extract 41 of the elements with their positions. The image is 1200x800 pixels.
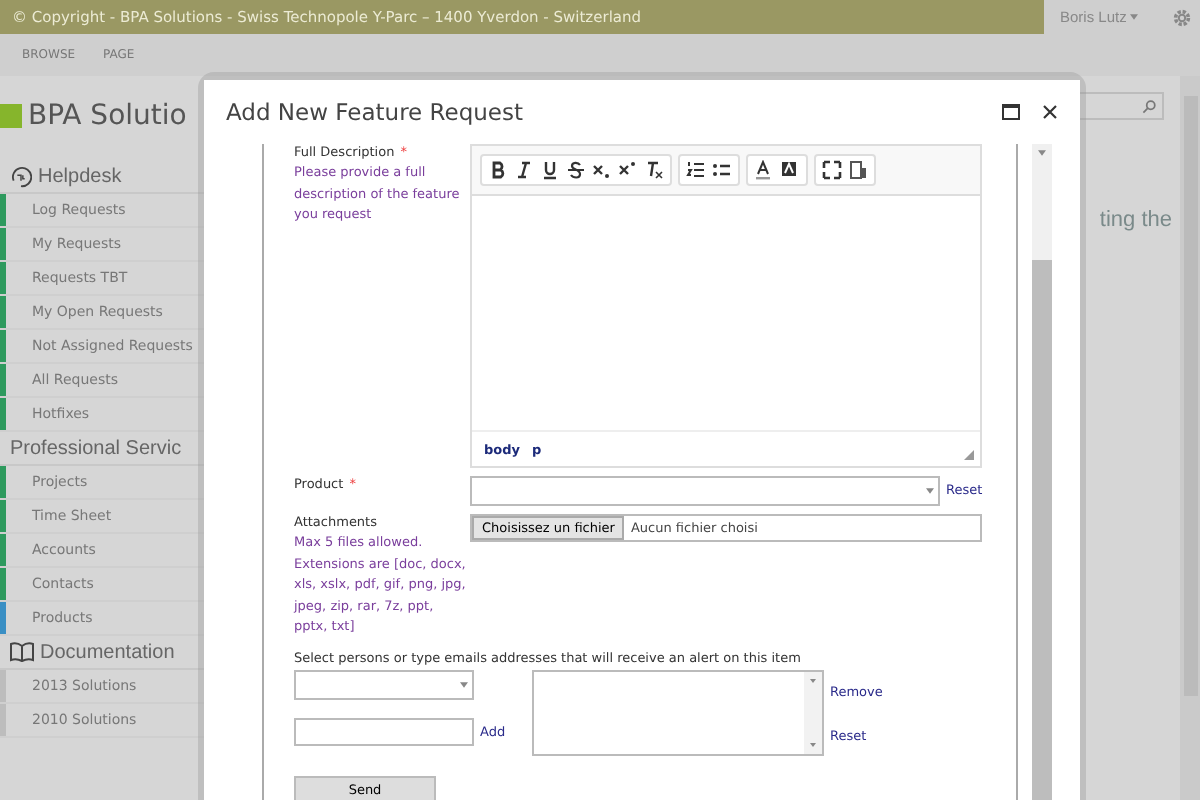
background-color-icon bbox=[780, 160, 800, 180]
italic-button[interactable] bbox=[512, 156, 536, 184]
text-color-button[interactable] bbox=[752, 156, 776, 184]
caret-icon bbox=[810, 741, 816, 747]
logo-mark bbox=[0, 104, 22, 128]
close-button[interactable] bbox=[1042, 104, 1058, 120]
strikethrough-button[interactable] bbox=[564, 156, 588, 184]
subscript-icon bbox=[592, 160, 612, 180]
caret-icon bbox=[926, 488, 934, 494]
text-color-icon bbox=[754, 160, 774, 180]
numbered-list-icon bbox=[686, 160, 706, 180]
caret-icon bbox=[1130, 14, 1139, 20]
resize-handle-icon[interactable] bbox=[964, 450, 974, 460]
scrollbar[interactable] bbox=[1180, 76, 1200, 800]
caret-icon bbox=[810, 677, 816, 683]
maximize-button[interactable] bbox=[1002, 104, 1020, 120]
logo-text: BPA Solutio bbox=[28, 100, 187, 132]
maximize-editor-button[interactable] bbox=[820, 156, 844, 184]
clear-format-button[interactable] bbox=[642, 156, 666, 184]
underline-button[interactable] bbox=[538, 156, 562, 184]
section-title: Professional Servic bbox=[10, 437, 182, 459]
strikethrough-icon bbox=[566, 160, 586, 180]
clear-format-icon bbox=[644, 160, 664, 180]
source-icon bbox=[848, 160, 868, 180]
scrollbar[interactable] bbox=[1032, 144, 1052, 800]
dialog-title: Add New Feature Request bbox=[226, 98, 523, 126]
section-title: Documentation bbox=[40, 641, 175, 663]
underline-icon bbox=[540, 160, 560, 180]
bold-icon bbox=[488, 160, 508, 180]
source-button[interactable] bbox=[846, 156, 870, 184]
caret-icon bbox=[460, 681, 468, 687]
caret-icon bbox=[1038, 150, 1046, 156]
section-title: Helpdesk bbox=[38, 165, 122, 187]
superscript-icon bbox=[618, 160, 638, 180]
email-input[interactable] bbox=[294, 717, 474, 745]
maximize-editor-icon bbox=[822, 160, 842, 180]
page-text: ting the bbox=[1099, 208, 1172, 232]
search-icon bbox=[1142, 99, 1156, 113]
bullet-list-icon bbox=[712, 160, 732, 180]
book-icon bbox=[10, 642, 34, 662]
italic-icon bbox=[514, 160, 534, 180]
